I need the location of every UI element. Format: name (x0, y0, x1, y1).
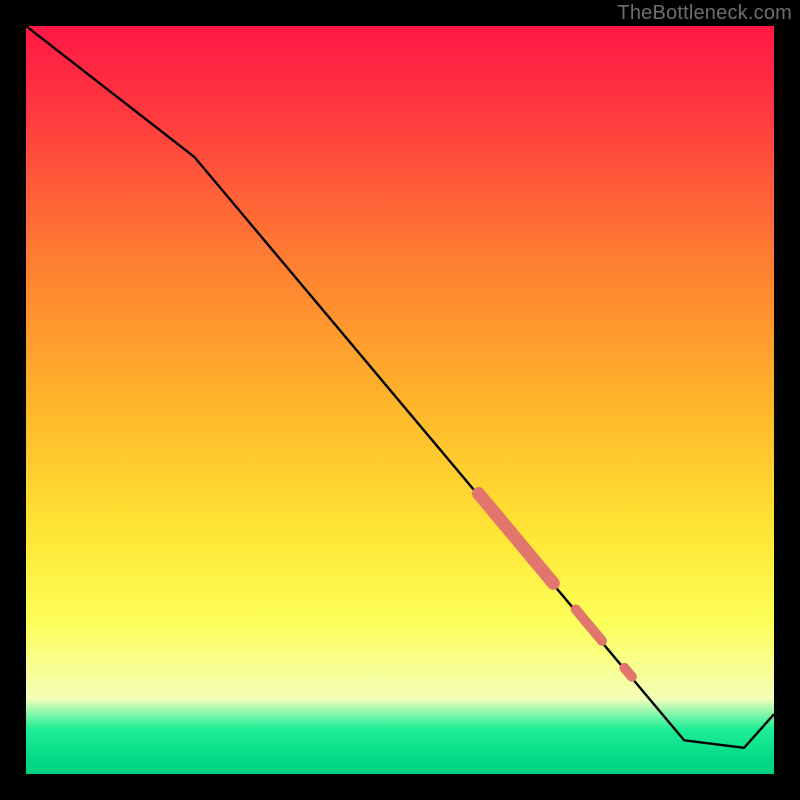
plot-area (26, 26, 774, 774)
watermark-text: TheBottleneck.com (617, 2, 792, 25)
chart-frame: TheBottleneck.com (0, 0, 800, 800)
